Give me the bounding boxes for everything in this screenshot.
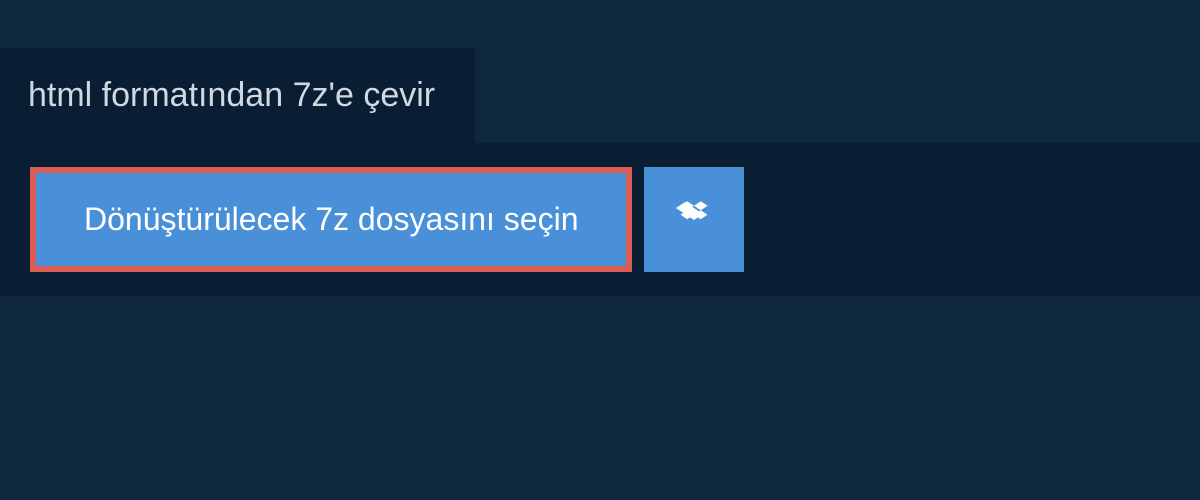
select-file-label: Dönüştürülecek 7z dosyasını seçin (84, 201, 578, 238)
dropbox-icon (676, 199, 712, 240)
header-tab: html formatından 7z'e çevir (0, 48, 475, 143)
page-title: html formatından 7z'e çevir (28, 76, 435, 115)
dropbox-button[interactable] (644, 167, 744, 272)
button-row: Dönüştürülecek 7z dosyasını seçin (30, 167, 1170, 272)
select-file-button[interactable]: Dönüştürülecek 7z dosyasını seçin (30, 167, 632, 272)
upload-section: Dönüştürülecek 7z dosyasını seçin (0, 143, 1200, 296)
